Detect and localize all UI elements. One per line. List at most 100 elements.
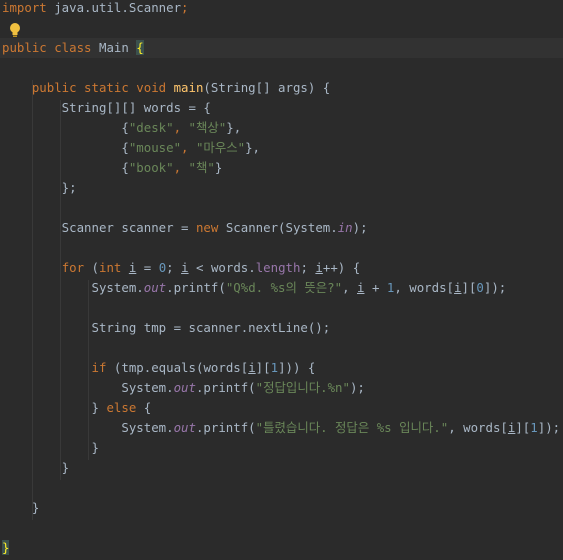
code-line[interactable]: {"book", "책"} xyxy=(0,158,563,178)
code-token: Scanner(System. xyxy=(225,220,338,235)
code-token: , xyxy=(173,160,189,175)
code-line[interactable]: {"desk", "책상"}, xyxy=(0,118,563,138)
code-token: public static void xyxy=(2,80,174,95)
code-token: main xyxy=(173,80,204,95)
code-token: 1 xyxy=(530,420,538,435)
code-token: public class xyxy=(2,40,99,55)
code-token: .printf( xyxy=(195,380,256,395)
code-line[interactable]: }; xyxy=(0,178,563,198)
code-token: in xyxy=(337,220,353,235)
code-line[interactable]: Scanner scanner = new Scanner(System.in)… xyxy=(0,218,563,238)
code-token: = xyxy=(136,260,159,275)
code-token: , xyxy=(173,120,189,135)
code-token: System. xyxy=(2,420,174,435)
code-token: ; xyxy=(300,260,316,275)
code-token: ; xyxy=(166,260,182,275)
code-token: .printf( xyxy=(195,420,256,435)
code-token: "desk" xyxy=(128,120,174,135)
code-token: i xyxy=(181,260,189,275)
code-token: (tmp.equals(words[ xyxy=(113,360,249,375)
code-token: { xyxy=(2,160,129,175)
code-token: out xyxy=(173,380,196,395)
code-line[interactable] xyxy=(0,518,563,538)
code-token: , xyxy=(342,280,358,295)
code-line[interactable]: } xyxy=(0,538,563,558)
code-token: ); xyxy=(352,220,368,235)
code-line[interactable]: String[][] words = { xyxy=(0,98,563,118)
code-line[interactable]: System.out.printf("Q%d. %s의 뜻은?", i + 1,… xyxy=(0,278,563,298)
code-token: Scanner scanner = xyxy=(2,220,196,235)
code-token: i xyxy=(454,280,462,295)
code-token: ][ xyxy=(255,360,271,375)
code-line[interactable]: if (tmp.equals(words[i][1])) { xyxy=(0,358,563,378)
code-token: ][ xyxy=(515,420,531,435)
code-line[interactable] xyxy=(0,198,563,218)
code-line[interactable]: String tmp = scanner.nextLine(); xyxy=(0,318,563,338)
code-line[interactable]: {"mouse", "마우스"}, xyxy=(0,138,563,158)
code-token: "book" xyxy=(128,160,174,175)
code-line[interactable] xyxy=(0,478,563,498)
code-line[interactable]: import java.util.Scanner; xyxy=(0,0,563,18)
code-token: ; xyxy=(181,0,189,15)
code-token: ][ xyxy=(461,280,477,295)
code-line[interactable]: } xyxy=(0,458,563,478)
code-token: (String[] args) { xyxy=(203,80,331,95)
code-token: { xyxy=(143,400,152,415)
code-line[interactable] xyxy=(0,338,563,358)
code-token: , xyxy=(181,140,196,155)
code-token: }; xyxy=(2,180,77,195)
code-token: "정답입니다.%n" xyxy=(255,380,350,395)
code-token: "틀렸습니다. 정답은 %s 입니다." xyxy=(255,420,449,435)
code-token: 1 xyxy=(270,360,279,375)
code-token: , words[ xyxy=(394,280,455,295)
code-token: "Q%d. %s의 뜻은?" xyxy=(225,280,343,295)
code-token: out xyxy=(143,280,167,295)
code-line[interactable]: public static void main(String[] args) { xyxy=(0,78,563,98)
lightbulb-icon[interactable] xyxy=(8,22,22,38)
code-token: System. xyxy=(2,380,174,395)
code-line[interactable]: } else { xyxy=(0,398,563,418)
code-token: , words[ xyxy=(448,420,508,435)
code-token: int xyxy=(99,260,129,275)
code-line[interactable] xyxy=(0,18,563,38)
code-token: } xyxy=(2,540,10,555)
code-token: + xyxy=(364,280,387,295)
code-token: ])) { xyxy=(278,360,316,375)
code-token: ++) { xyxy=(322,260,361,275)
code-token: { xyxy=(2,120,129,135)
code-token: java.util.Scanner xyxy=(54,0,182,15)
code-token: 0 xyxy=(476,280,484,295)
code-token: { xyxy=(2,140,129,155)
code-line[interactable]: } xyxy=(0,498,563,518)
code-token: ]); xyxy=(483,280,507,295)
code-token: if xyxy=(91,360,114,375)
code-token: } xyxy=(2,500,40,515)
code-token: } xyxy=(2,460,70,475)
code-token: { xyxy=(136,40,144,55)
code-token: ( xyxy=(91,260,99,275)
code-line[interactable]: public class Main { xyxy=(0,38,563,58)
code-line[interactable]: System.out.printf("틀렸습니다. 정답은 %s 입니다.", … xyxy=(0,418,563,438)
code-line[interactable]: for (int i = 0; i < words.length; i++) { xyxy=(0,258,563,278)
code-line[interactable]: System.out.printf("정답입니다.%n"); xyxy=(0,378,563,398)
code-token: }, xyxy=(245,140,261,155)
code-token: .printf( xyxy=(166,280,226,295)
code-token: "마우스" xyxy=(195,140,246,155)
code-editor[interactable]: import java.util.Scanner; public class Ma… xyxy=(0,0,563,560)
code-token: Main xyxy=(98,40,137,55)
code-token: out xyxy=(173,420,196,435)
code-token: else xyxy=(106,400,144,415)
code-token: "mouse" xyxy=(128,140,182,155)
code-line[interactable]: } xyxy=(0,438,563,458)
code-token: String tmp = scanner.nextLine(); xyxy=(2,320,331,335)
code-line[interactable] xyxy=(0,58,563,78)
code-line[interactable] xyxy=(0,298,563,318)
code-token: ]); xyxy=(537,420,561,435)
code-token: new xyxy=(195,220,226,235)
code-line[interactable] xyxy=(0,238,563,258)
code-token: "책상" xyxy=(188,120,227,135)
code-token: "책" xyxy=(188,160,215,175)
code-token: } xyxy=(214,160,223,175)
